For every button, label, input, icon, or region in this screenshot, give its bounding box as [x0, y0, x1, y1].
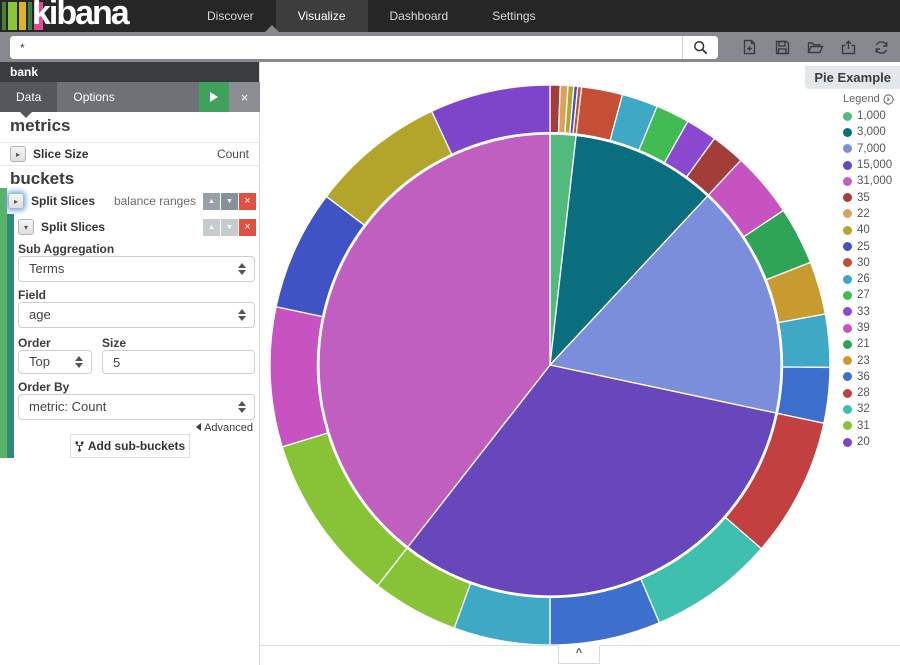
sub-aggregation-value: Terms	[29, 261, 64, 276]
chevron-up-icon: ^	[576, 647, 582, 659]
discard-changes-button[interactable]: ×	[229, 82, 260, 112]
bucket-type-label: Split Slices	[31, 194, 95, 208]
sub-bucket-row-split-slices: ▾ Split Slices ▲ ▼ ×	[0, 216, 259, 238]
index-pattern-label: bank	[0, 62, 259, 82]
search-button[interactable]	[682, 36, 718, 59]
open-folder-icon	[807, 40, 824, 54]
bucket-row-split-slices: ▸ Split Slices balance ranges ▲ ▼ ×	[0, 190, 259, 212]
nav-tab-dashboard[interactable]: Dashboard	[368, 0, 471, 32]
up-arrow-icon: ▲	[208, 224, 215, 231]
pie-slice-outer[interactable]: 26	[779, 314, 830, 367]
remove-sub-bucket-button[interactable]: ×	[239, 219, 256, 236]
add-sub-buckets-label: Add sub-buckets	[88, 439, 185, 453]
size-label: Size	[102, 336, 126, 350]
nav-tabs: Discover Visualize Dashboard Settings	[185, 0, 558, 32]
share-visualization-button[interactable]	[832, 32, 865, 62]
share-icon	[841, 40, 856, 55]
chevron-right-icon: ▸	[14, 197, 18, 206]
field-value: age	[29, 307, 51, 322]
sub-bucket-controls: ▲ ▼ ×	[202, 219, 256, 236]
top-navbar: kibana Discover Visualize Dashboard Sett…	[0, 0, 900, 32]
chevron-down-icon: ▾	[24, 223, 28, 232]
nav-tab-discover[interactable]: Discover	[185, 0, 276, 32]
search-box	[10, 36, 718, 59]
select-arrows-icon	[238, 263, 246, 275]
advanced-caret-icon	[196, 423, 201, 431]
add-sub-buckets-button[interactable]: Add sub-buckets	[70, 434, 190, 458]
kibana-app: kibana Discover Visualize Dashboard Sett…	[0, 0, 900, 665]
refresh-icon	[874, 40, 889, 55]
move-bucket-down-button[interactable]: ▼	[221, 193, 238, 210]
move-sub-bucket-down-button[interactable]: ▼	[221, 219, 238, 236]
select-arrows-icon	[75, 356, 83, 368]
buckets-heading: buckets	[10, 169, 74, 189]
nav-tab-visualize[interactable]: Visualize	[276, 0, 368, 32]
expand-metric-button[interactable]: ▸	[10, 146, 26, 162]
order-select[interactable]: Top	[18, 350, 92, 374]
chevron-right-icon: ▸	[16, 150, 20, 159]
sub-aggregation-select[interactable]: Terms	[18, 256, 255, 282]
sub-bucket-stripe	[7, 214, 14, 458]
close-icon: ×	[241, 90, 249, 105]
play-icon	[210, 92, 218, 102]
bucket-agg-label: balance ranges	[114, 193, 196, 210]
order-by-label: Order By	[18, 380, 69, 394]
new-visualization-button[interactable]	[733, 32, 766, 62]
move-bucket-up-button[interactable]: ▲	[203, 193, 220, 210]
query-input[interactable]	[10, 36, 682, 59]
pie-chart-svg[interactable]: 1,0003,0007,00015,00031,0003522402530302…	[262, 62, 898, 646]
field-select[interactable]: age	[18, 302, 255, 328]
metrics-heading: metrics	[10, 116, 70, 136]
advanced-label: Advanced	[204, 422, 253, 434]
logo-bar	[19, 2, 26, 30]
expand-bucket-button[interactable]: ▸	[8, 193, 24, 209]
pie-chart: 1,0003,0007,00015,00031,0003522402530302…	[262, 62, 898, 651]
magnifier-icon	[693, 40, 708, 55]
advanced-toggle[interactable]: Advanced	[196, 422, 253, 434]
down-arrow-icon: ▼	[226, 224, 233, 231]
new-document-icon	[742, 39, 757, 55]
remove-icon: ×	[244, 221, 250, 233]
sub-aggregation-label: Sub Aggregation	[18, 242, 114, 256]
metric-value: Count	[217, 147, 249, 161]
select-arrows-icon	[238, 401, 246, 413]
size-input[interactable]	[102, 350, 255, 374]
order-value: Top	[29, 354, 50, 369]
active-tab-notch	[265, 25, 279, 32]
save-visualization-button[interactable]	[766, 32, 799, 62]
apply-changes-button[interactable]	[199, 82, 229, 112]
order-by-value: metric: Count	[29, 399, 106, 414]
collapse-sidebar-tab[interactable]: ^	[558, 645, 600, 664]
up-arrow-icon: ▲	[208, 198, 215, 205]
query-toolbar	[0, 32, 900, 62]
metric-row-slice-size: ▸ Slice Size Count	[0, 142, 259, 166]
remove-icon: ×	[244, 195, 250, 207]
logo-bar	[8, 2, 17, 30]
tab-options[interactable]: Options	[57, 82, 130, 112]
order-label: Order	[18, 336, 51, 350]
remove-bucket-button[interactable]: ×	[239, 193, 256, 210]
order-by-select[interactable]: metric: Count	[18, 394, 255, 420]
select-arrows-icon	[238, 309, 246, 321]
logo-bar	[2, 2, 6, 30]
sub-bucket-type-label: Split Slices	[41, 220, 105, 234]
collapse-sub-bucket-button[interactable]: ▾	[18, 219, 34, 235]
vis-editor-sidebar: bank Data Options × metrics ▸ Slice Size…	[0, 62, 260, 665]
vis-action-icons	[733, 32, 898, 62]
load-visualization-button[interactable]	[799, 32, 832, 62]
fork-icon	[75, 441, 84, 452]
save-icon	[775, 40, 790, 55]
brand-wordmark: kibana	[32, 0, 128, 33]
nav-tab-settings[interactable]: Settings	[470, 0, 557, 32]
field-label: Field	[18, 288, 46, 302]
tab-data[interactable]: Data	[0, 82, 57, 112]
metric-label: Slice Size	[33, 147, 88, 161]
bucket-controls: balance ranges ▲ ▼ ×	[114, 193, 256, 210]
move-sub-bucket-up-button[interactable]: ▲	[203, 219, 220, 236]
refresh-button[interactable]	[865, 32, 898, 62]
down-arrow-icon: ▼	[226, 198, 233, 205]
